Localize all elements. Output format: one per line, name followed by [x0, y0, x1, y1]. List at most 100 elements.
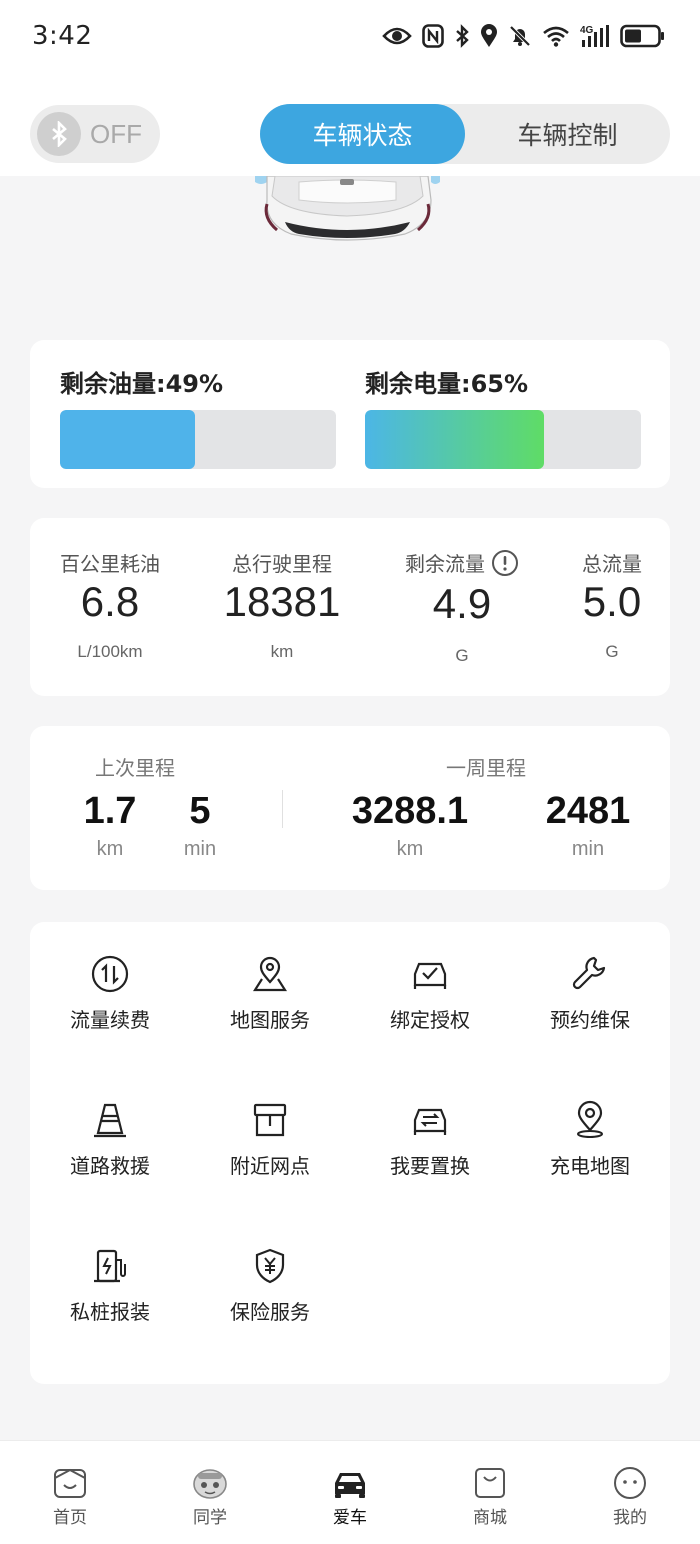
bluetooth-icon: [52, 121, 67, 147]
service-label: 流量续费: [70, 1008, 150, 1032]
service-road-rescue[interactable]: 道路救援: [30, 1100, 190, 1200]
energy-card: 剩余油量:49% 剩余电量:65%: [30, 340, 670, 488]
4g-signal-icon: 4G: [580, 25, 609, 47]
info-icon[interactable]: [491, 549, 519, 577]
stat-unit: G: [605, 642, 619, 661]
fuel-bar-fill: [60, 410, 196, 469]
last-trip-title: 上次里程: [95, 756, 175, 780]
status-time: 3:42: [32, 21, 93, 51]
week-mileage-title: 一周里程: [446, 756, 526, 780]
stat-value: 4.9: [432, 580, 492, 627]
nfc-icon: [422, 24, 444, 48]
week-distance-unit: km: [396, 838, 424, 860]
service-label: 附近网点: [230, 1154, 310, 1178]
home-icon: [54, 1468, 86, 1498]
service-bind-auth[interactable]: 绑定授权: [350, 954, 510, 1054]
service-label: 我要置换: [390, 1154, 470, 1178]
service-label: 私桩报装: [70, 1300, 150, 1324]
classmates-icon: [193, 1469, 227, 1499]
wrench-icon: [572, 956, 606, 990]
charging-pile-icon: [94, 1249, 126, 1283]
svg-text:4G: 4G: [580, 25, 594, 36]
service-label: 地图服务: [230, 1008, 310, 1032]
status-bar: 3:42 4G: [0, 0, 700, 72]
eye-icon: [382, 27, 412, 45]
stat-label: 剩余流量: [405, 552, 485, 576]
service-trade-in[interactable]: 我要置换: [350, 1100, 510, 1200]
shield-yen-icon: [255, 1248, 285, 1284]
week-duration: 2481: [545, 790, 631, 832]
service-insurance[interactable]: 保险服务: [190, 1246, 350, 1346]
last-trip-distance-unit: km: [96, 838, 124, 860]
tab-shop[interactable]: 商城: [420, 1441, 560, 1544]
service-home-charger[interactable]: 私桩报装: [30, 1246, 190, 1346]
week-distance: 3288.1: [351, 790, 469, 832]
tab-label: 首页: [53, 1508, 87, 1528]
service-data-renewal[interactable]: 流量续费: [30, 954, 190, 1054]
tab-profile[interactable]: 我的: [560, 1441, 700, 1544]
service-charging-map[interactable]: 充电地图: [510, 1100, 670, 1200]
tab-label: 商城: [473, 1508, 507, 1528]
bluetooth-knob: [37, 112, 81, 156]
stat-unit: L/100km: [77, 642, 143, 661]
location-icon: [481, 24, 497, 47]
services-card: 流量续费 地图服务 绑定授权 预约维保 道路救援 附近网点 我要置换 充电地图 …: [30, 922, 670, 1384]
stats-card: 百公里耗油 6.8 L/100km 总行驶里程 18381 km 剩余流量 4.…: [30, 518, 670, 696]
last-trip-distance: 1.7: [83, 790, 137, 832]
mileage-divider: [282, 790, 283, 828]
wifi-icon: [543, 26, 569, 47]
map-pin-icon: [252, 956, 288, 992]
service-nearby-outlets[interactable]: 附近网点: [190, 1100, 350, 1200]
service-label: 道路救援: [70, 1154, 150, 1178]
stat-label: 总流量: [582, 552, 642, 576]
stat-unit: G: [455, 646, 469, 665]
service-label: 预约维保: [550, 1008, 630, 1032]
status-icons: 4G: [382, 24, 666, 48]
view-segmented-control: 车辆状态 车辆控制: [260, 104, 670, 164]
tab-label: 我的: [613, 1508, 647, 1528]
last-trip-duration-unit: min: [183, 838, 217, 860]
profile-face-icon: [614, 1467, 646, 1499]
service-label: 充电地图: [550, 1154, 630, 1178]
stat-unit: km: [270, 642, 294, 661]
bottom-tab-bar: 首页 同学 爱车 商城 我的: [0, 1440, 700, 1544]
tab-home[interactable]: 首页: [0, 1441, 140, 1544]
last-trip-duration: 5: [189, 790, 211, 832]
car-icon: [335, 1473, 365, 1498]
stat-value: 18381: [223, 578, 341, 625]
fuel-bar: [60, 410, 336, 469]
battery-label: 剩余电量:65%: [365, 370, 529, 398]
bluetooth-toggle-label: OFF: [90, 118, 142, 149]
tab-label: 同学: [193, 1508, 227, 1528]
service-label: 绑定授权: [390, 1008, 470, 1032]
stat-value: 5.0: [582, 578, 642, 625]
tab-vehicle-control[interactable]: 车辆控制: [465, 104, 670, 164]
bluetooth-icon: [456, 24, 469, 48]
service-map[interactable]: 地图服务: [190, 954, 350, 1054]
mute-icon: [509, 25, 531, 47]
data-swap-icon: [91, 955, 129, 993]
week-duration-unit: min: [571, 838, 605, 860]
tab-label: 爱车: [333, 1508, 367, 1528]
tab-vehicle-status[interactable]: 车辆状态: [260, 104, 465, 164]
car-image: [255, 176, 440, 241]
shop-icon: [475, 1468, 505, 1498]
bluetooth-toggle[interactable]: OFF: [30, 105, 160, 163]
service-maintenance[interactable]: 预约维保: [510, 954, 670, 1054]
tab-my-car[interactable]: 爱车: [280, 1441, 420, 1544]
car-exchange-icon: [413, 1108, 447, 1135]
service-label: 保险服务: [230, 1300, 310, 1324]
fuel-label: 剩余油量:49%: [60, 370, 224, 398]
traffic-cone-icon: [94, 1103, 126, 1138]
store-icon: [253, 1103, 287, 1137]
stat-value: 6.8: [80, 578, 140, 625]
location-icon: [577, 1100, 603, 1138]
battery-bar-fill: [365, 410, 545, 469]
stat-label: 总行驶里程: [232, 552, 332, 576]
tab-classmates[interactable]: 同学: [140, 1441, 280, 1544]
car-check-icon: [413, 962, 447, 989]
battery-icon: [620, 24, 664, 48]
mileage-card: 上次里程 1.7 km 5 min 一周里程 3288.1 km 2481 mi…: [30, 726, 670, 890]
top-bar: OFF 车辆状态 车辆控制: [0, 72, 700, 176]
battery-bar: [365, 410, 641, 469]
